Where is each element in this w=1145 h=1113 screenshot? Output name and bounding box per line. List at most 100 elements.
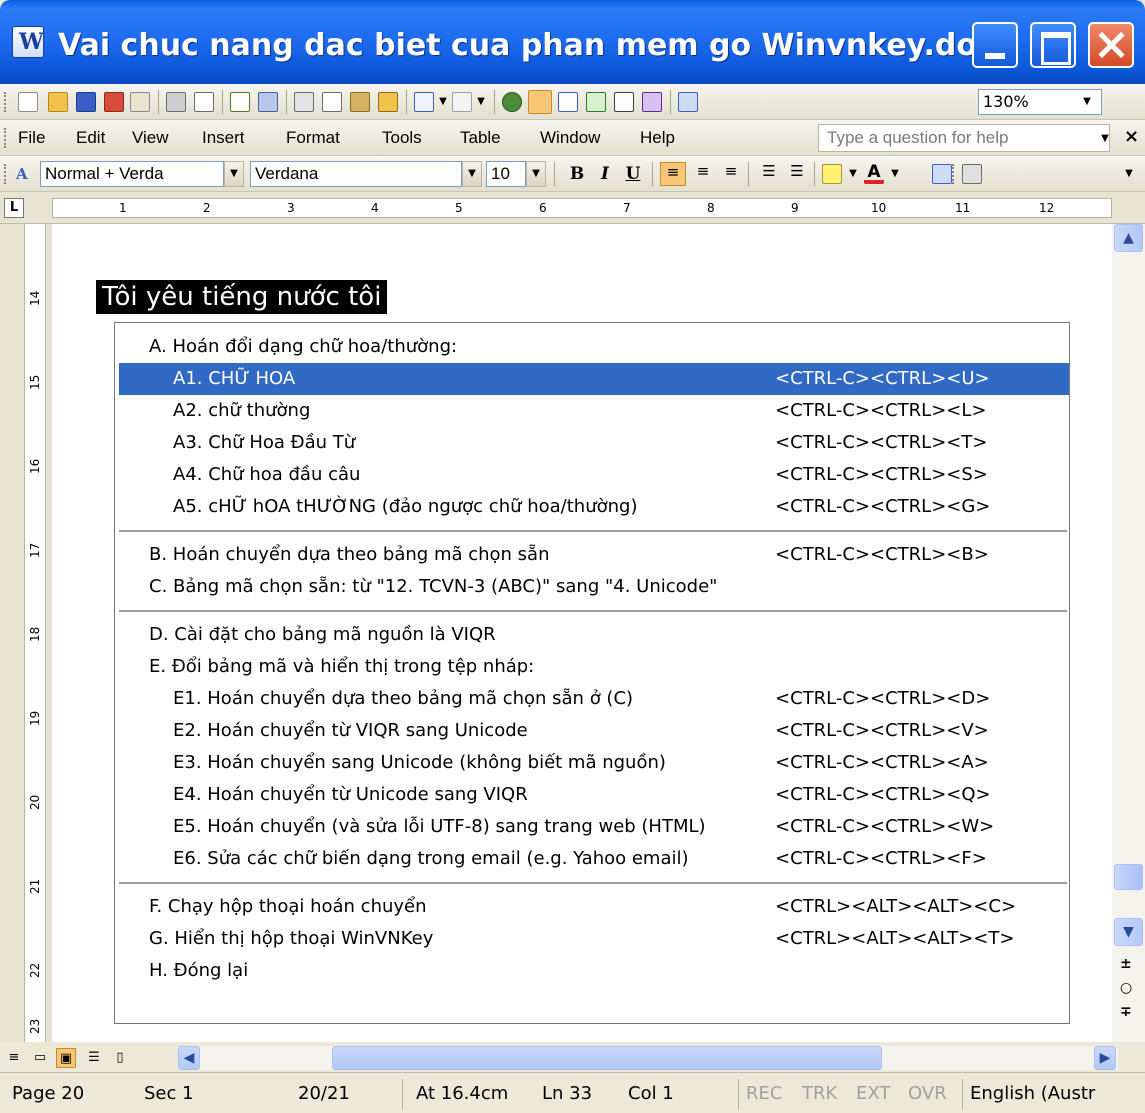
styles-formatting-icon[interactable]: A	[16, 164, 36, 184]
menu-grip[interactable]	[4, 128, 8, 148]
minimize-button[interactable]	[972, 22, 1018, 68]
font-size-dropdown-icon[interactable]: ▼	[526, 161, 546, 187]
status-ext[interactable]: EXT	[856, 1083, 890, 1104]
menu-view[interactable]: View	[132, 128, 169, 148]
previous-page-icon[interactable]: ±	[1120, 956, 1132, 972]
table-row[interactable]: A3. Chữ Hoa Đầu Từ <CTRL-C><CTRL><T>	[119, 427, 1069, 459]
help-search-input[interactable]: Type a question for help	[818, 124, 1110, 152]
table-row[interactable]: B. Hoán chuyển dựa theo bảng mã chọn sẵn…	[119, 539, 1069, 571]
word-doc-icon[interactable]	[12, 26, 44, 58]
format-painter-icon[interactable]	[378, 92, 398, 112]
status-rec[interactable]: REC	[746, 1083, 782, 1104]
close-button[interactable]	[1088, 22, 1134, 68]
fill-color-icon[interactable]	[962, 164, 982, 184]
table-row[interactable]: F. Chạy hộp thoại hoán chuyển <CTRL><ALT>…	[119, 891, 1069, 923]
menu-window[interactable]: Window	[540, 128, 600, 148]
menu-insert[interactable]: Insert	[202, 128, 245, 148]
tables-borders-icon[interactable]	[528, 90, 552, 114]
table-row[interactable]: A4. Chữ hoa đầu câu <CTRL-C><CTRL><S>	[119, 459, 1069, 491]
menu-table[interactable]: Table	[460, 128, 501, 148]
table-row[interactable]: H. Đóng lại	[119, 955, 1069, 987]
table-row[interactable]: C. Bảng mã chọn sẵn: từ "12. TCVN-3 (ABC…	[119, 571, 1069, 603]
title-bar[interactable]: Vai chuc nang dac biet cua phan mem go W…	[0, 0, 1145, 84]
bold-button[interactable]: B	[564, 162, 590, 186]
help-dropdown-icon[interactable]: ▼	[1098, 132, 1112, 146]
ruler-strip[interactable]: 1 2 3 4 5 6 7 8 9 10 11 12	[52, 198, 1112, 218]
font-size-select[interactable]: 10	[486, 161, 526, 187]
drawing-icon[interactable]	[642, 92, 662, 112]
font-select[interactable]: Verdana	[250, 161, 462, 187]
table-row-selected[interactable]: A1. CHỮ HOA <CTRL-C><CTRL><U>	[119, 363, 1069, 395]
align-right-icon[interactable]: ≡	[718, 162, 744, 186]
horizontal-scroll-thumb[interactable]	[332, 1046, 882, 1070]
table-row[interactable]: E3. Hoán chuyển sang Unicode (không biết…	[119, 747, 1069, 779]
save-icon[interactable]	[76, 92, 96, 112]
table-row[interactable]: A5. cHỮ hOA tHƯỜNG (đảo ngược chữ hoa/th…	[119, 491, 1069, 523]
align-center-icon[interactable]: ≡	[690, 162, 716, 186]
numbering-icon[interactable]: ☰	[756, 162, 782, 186]
select-browse-object-icon[interactable]: ○	[1120, 980, 1132, 996]
font-color-dropdown-icon[interactable]: ▼	[888, 167, 902, 181]
horizontal-scrollbar[interactable]: ◀ ▶	[178, 1046, 1118, 1070]
table-row[interactable]: E6. Sửa các chữ biến dạng trong email (e…	[119, 843, 1069, 875]
close-document-icon[interactable]: ×	[1124, 126, 1139, 147]
tab-selector-icon[interactable]: L	[4, 198, 24, 218]
vertical-scroll-thumb[interactable]	[1114, 864, 1143, 890]
menu-file[interactable]: File	[18, 128, 45, 148]
toolbar-options-icon[interactable]	[932, 164, 952, 184]
scroll-right-icon[interactable]: ▶	[1094, 1046, 1116, 1070]
reading-layout-icon[interactable]: ▯	[110, 1048, 130, 1068]
bullets-icon[interactable]: ☰	[784, 162, 810, 186]
menu-tools[interactable]: Tools	[382, 128, 422, 148]
menu-help[interactable]: Help	[640, 128, 675, 148]
italic-button[interactable]: I	[592, 162, 618, 186]
highlight-dropdown-icon[interactable]: ▼	[846, 167, 860, 181]
table-row[interactable]: D. Cài đặt cho bảng mã nguồn là VIQR	[119, 619, 1069, 651]
vertical-scrollbar[interactable]: ▲ ▼ ± ○ ∓	[1112, 224, 1145, 1042]
document-area[interactable]: Tôi yêu tiếng nước tôi A. Hoán đổi dạng …	[52, 224, 1112, 1042]
font-color-icon[interactable]: A	[864, 164, 884, 184]
style-dropdown-icon[interactable]: ▼	[224, 161, 244, 187]
web-layout-icon[interactable]: ▭	[30, 1048, 50, 1068]
formatting-grip[interactable]	[4, 164, 8, 184]
more-buttons-icon[interactable]: ▼	[1122, 167, 1136, 181]
table-row[interactable]: A. Hoán đổi dạng chữ hoa/thường:	[119, 331, 1069, 363]
style-select[interactable]: Normal + Verda	[40, 161, 224, 187]
align-left-icon[interactable]: ≡	[660, 162, 686, 186]
redo-dropdown-icon[interactable]: ▼	[474, 95, 488, 109]
font-dropdown-icon[interactable]: ▼	[462, 161, 482, 187]
document-heading[interactable]: Tôi yêu tiếng nước tôi	[96, 280, 388, 314]
scroll-left-icon[interactable]: ◀	[178, 1046, 200, 1070]
scroll-down-icon[interactable]: ▼	[1114, 918, 1143, 946]
hyperlink-icon[interactable]	[502, 92, 522, 112]
copy-icon[interactable]	[322, 92, 342, 112]
table-row[interactable]: E5. Hoán chuyển (và sửa lỗi UTF-8) sang …	[119, 811, 1069, 843]
status-trk[interactable]: TRK	[802, 1083, 837, 1104]
new-document-icon[interactable]	[18, 92, 38, 112]
maximize-button[interactable]	[1030, 22, 1076, 68]
insert-table-icon[interactable]	[558, 92, 578, 112]
table-row[interactable]: A2. chữ thường <CTRL-C><CTRL><L>	[119, 395, 1069, 427]
scroll-up-icon[interactable]: ▲	[1114, 224, 1143, 252]
print-icon[interactable]	[166, 92, 186, 112]
paste-icon[interactable]	[350, 92, 370, 112]
show-hide-icon[interactable]	[678, 92, 698, 112]
menu-edit[interactable]: Edit	[76, 128, 105, 148]
outline-view-icon[interactable]: ☰	[84, 1048, 104, 1068]
print-preview-icon[interactable]	[130, 92, 150, 112]
highlight-icon[interactable]	[822, 164, 842, 184]
underline-button[interactable]: U	[620, 162, 646, 186]
research-icon[interactable]	[258, 92, 278, 112]
open-folder-icon[interactable]	[48, 92, 68, 112]
spelling-icon[interactable]	[230, 92, 250, 112]
table-row[interactable]: E2. Hoán chuyển từ VIQR sang Unicode <CTR…	[119, 715, 1069, 747]
next-page-icon[interactable]: ∓	[1120, 1004, 1132, 1020]
preview-icon[interactable]	[194, 92, 214, 112]
table-row[interactable]: G. Hiển thị hộp thoại WinVNKey <CTRL><ALT…	[119, 923, 1069, 955]
zoom-dropdown-icon[interactable]: ▼	[1080, 95, 1094, 109]
vertical-ruler[interactable]: 14 15 16 17 18 19 20 21 22 23	[0, 224, 52, 1042]
permission-icon[interactable]	[104, 92, 124, 112]
print-layout-icon[interactable]: ▣	[56, 1048, 76, 1068]
status-language[interactable]: English (Austr	[970, 1083, 1095, 1104]
toolbar-grip[interactable]	[4, 92, 8, 112]
